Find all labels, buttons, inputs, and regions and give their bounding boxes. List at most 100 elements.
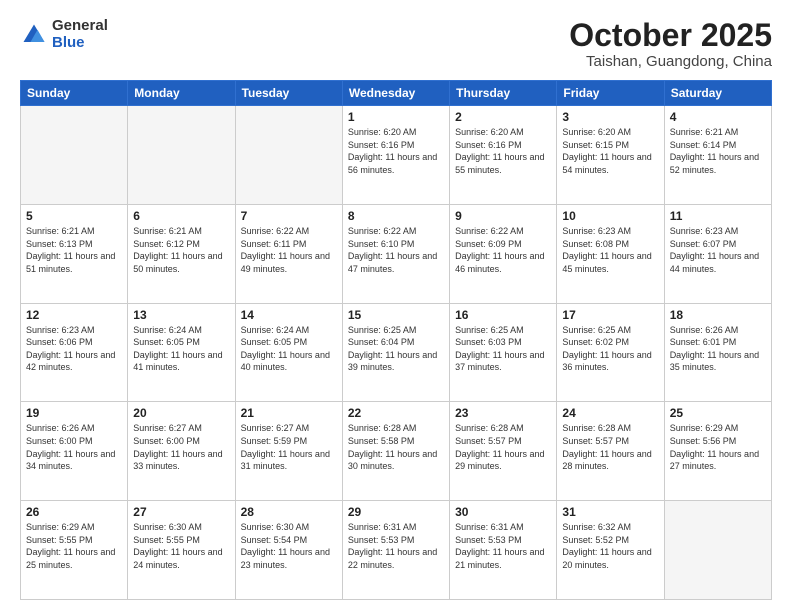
calendar-cell: 23 Sunrise: 6:28 AMSunset: 5:57 PMDayligh… [450, 402, 557, 501]
calendar-cell: 24 Sunrise: 6:28 AMSunset: 5:57 PMDayligh… [557, 402, 664, 501]
day-info: Sunrise: 6:20 AMSunset: 6:16 PMDaylight:… [348, 126, 444, 176]
day-info: Sunrise: 6:30 AMSunset: 5:54 PMDaylight:… [241, 521, 337, 571]
calendar-cell: 6 Sunrise: 6:21 AMSunset: 6:12 PMDaylight… [128, 204, 235, 303]
day-info: Sunrise: 6:23 AMSunset: 6:06 PMDaylight:… [26, 324, 122, 374]
day-info: Sunrise: 6:29 AMSunset: 5:55 PMDaylight:… [26, 521, 122, 571]
calendar-week-row: 19 Sunrise: 6:26 AMSunset: 6:00 PMDayligh… [21, 402, 772, 501]
calendar-cell: 1 Sunrise: 6:20 AMSunset: 6:16 PMDaylight… [342, 106, 449, 205]
day-number: 10 [562, 209, 658, 223]
weekday-header: Sunday [21, 81, 128, 106]
title-block: October 2025 Taishan, Guangdong, China [569, 18, 772, 70]
day-info: Sunrise: 6:28 AMSunset: 5:58 PMDaylight:… [348, 422, 444, 472]
day-info: Sunrise: 6:27 AMSunset: 6:00 PMDaylight:… [133, 422, 229, 472]
calendar-cell: 14Sunrise: 6:24 AMSunset: 6:05 PMDayligh… [235, 303, 342, 402]
calendar-cell [664, 501, 771, 600]
day-number: 12 [26, 308, 122, 322]
day-number: 6 [133, 209, 229, 223]
day-number: 9 [455, 209, 551, 223]
day-info: Sunrise: 6:23 AMSunset: 6:07 PMDaylight:… [670, 225, 766, 275]
day-info: Sunrise: 6:20 AMSunset: 6:16 PMDaylight:… [455, 126, 551, 176]
day-number: 26 [26, 505, 122, 519]
day-number: 5 [26, 209, 122, 223]
calendar-week-row: 12 Sunrise: 6:23 AMSunset: 6:06 PMDayligh… [21, 303, 772, 402]
day-number: 19 [26, 406, 122, 420]
day-number: 31 [562, 505, 658, 519]
calendar-cell: 25 Sunrise: 6:29 AMSunset: 5:56 PMDayligh… [664, 402, 771, 501]
day-info: Sunrise: 6:25 AMSunset: 6:03 PMDaylight:… [455, 324, 551, 374]
calendar-cell [235, 106, 342, 205]
header: General Blue October 2025 Taishan, Guang… [20, 18, 772, 70]
day-number: 23 [455, 406, 551, 420]
day-number: 21 [241, 406, 337, 420]
weekday-header: Friday [557, 81, 664, 106]
day-info: Sunrise: 6:20 AMSunset: 6:15 PMDaylight:… [562, 126, 658, 176]
weekday-header: Monday [128, 81, 235, 106]
calendar-cell: 11 Sunrise: 6:23 AMSunset: 6:07 PMDayligh… [664, 204, 771, 303]
day-info: Sunrise: 6:29 AMSunset: 5:56 PMDaylight:… [670, 422, 766, 472]
calendar-cell: 19 Sunrise: 6:26 AMSunset: 6:00 PMDayligh… [21, 402, 128, 501]
day-info: Sunrise: 6:27 AMSunset: 5:59 PMDaylight:… [241, 422, 337, 472]
calendar-cell: 8Sunrise: 6:22 AMSunset: 6:10 PMDaylight… [342, 204, 449, 303]
month-title: October 2025 [569, 18, 772, 53]
calendar-cell: 12 Sunrise: 6:23 AMSunset: 6:06 PMDayligh… [21, 303, 128, 402]
calendar-cell: 20Sunrise: 6:27 AMSunset: 6:00 PMDayligh… [128, 402, 235, 501]
day-info: Sunrise: 6:28 AMSunset: 5:57 PMDaylight:… [562, 422, 658, 472]
calendar-cell: 21 Sunrise: 6:27 AMSunset: 5:59 PMDayligh… [235, 402, 342, 501]
weekday-header: Wednesday [342, 81, 449, 106]
calendar-cell: 7 Sunrise: 6:22 AMSunset: 6:11 PMDaylight… [235, 204, 342, 303]
day-number: 13 [133, 308, 229, 322]
day-info: Sunrise: 6:26 AMSunset: 6:00 PMDaylight:… [26, 422, 122, 472]
day-number: 16 [455, 308, 551, 322]
day-number: 7 [241, 209, 337, 223]
logo-blue: Blue [52, 35, 108, 52]
day-info: Sunrise: 6:31 AMSunset: 5:53 PMDaylight:… [348, 521, 444, 571]
logo-icon [20, 21, 48, 49]
day-number: 11 [670, 209, 766, 223]
location: Taishan, Guangdong, China [569, 53, 772, 70]
weekday-header: Saturday [664, 81, 771, 106]
day-info: Sunrise: 6:26 AMSunset: 6:01 PMDaylight:… [670, 324, 766, 374]
weekday-header: Tuesday [235, 81, 342, 106]
day-info: Sunrise: 6:32 AMSunset: 5:52 PMDaylight:… [562, 521, 658, 571]
day-info: Sunrise: 6:21 AMSunset: 6:12 PMDaylight:… [133, 225, 229, 275]
weekday-header-row: SundayMondayTuesdayWednesdayThursdayFrid… [21, 81, 772, 106]
day-number: 17 [562, 308, 658, 322]
day-info: Sunrise: 6:22 AMSunset: 6:11 PMDaylight:… [241, 225, 337, 275]
day-number: 15 [348, 308, 444, 322]
calendar-cell: 28 Sunrise: 6:30 AMSunset: 5:54 PMDayligh… [235, 501, 342, 600]
calendar-cell: 17 Sunrise: 6:25 AMSunset: 6:02 PMDayligh… [557, 303, 664, 402]
day-number: 28 [241, 505, 337, 519]
calendar-cell: 9 Sunrise: 6:22 AMSunset: 6:09 PMDaylight… [450, 204, 557, 303]
calendar-cell: 2 Sunrise: 6:20 AMSunset: 6:16 PMDaylight… [450, 106, 557, 205]
day-info: Sunrise: 6:21 AMSunset: 6:13 PMDaylight:… [26, 225, 122, 275]
day-number: 2 [455, 110, 551, 124]
day-info: Sunrise: 6:30 AMSunset: 5:55 PMDaylight:… [133, 521, 229, 571]
calendar-table: SundayMondayTuesdayWednesdayThursdayFrid… [20, 80, 772, 600]
calendar-cell: 15 Sunrise: 6:25 AMSunset: 6:04 PMDayligh… [342, 303, 449, 402]
calendar-cell [128, 106, 235, 205]
calendar-cell: 13Sunrise: 6:24 AMSunset: 6:05 PMDayligh… [128, 303, 235, 402]
day-number: 30 [455, 505, 551, 519]
day-number: 24 [562, 406, 658, 420]
day-number: 3 [562, 110, 658, 124]
day-info: Sunrise: 6:28 AMSunset: 5:57 PMDaylight:… [455, 422, 551, 472]
day-number: 1 [348, 110, 444, 124]
calendar-week-row: 1 Sunrise: 6:20 AMSunset: 6:16 PMDaylight… [21, 106, 772, 205]
calendar-cell: 26 Sunrise: 6:29 AMSunset: 5:55 PMDayligh… [21, 501, 128, 600]
day-info: Sunrise: 6:24 AMSunset: 6:05 PMDaylight:… [241, 324, 337, 374]
calendar-cell: 30Sunrise: 6:31 AMSunset: 5:53 PMDayligh… [450, 501, 557, 600]
calendar-week-row: 5 Sunrise: 6:21 AMSunset: 6:13 PMDaylight… [21, 204, 772, 303]
calendar-week-row: 26 Sunrise: 6:29 AMSunset: 5:55 PMDayligh… [21, 501, 772, 600]
calendar-cell: 22Sunrise: 6:28 AMSunset: 5:58 PMDayligh… [342, 402, 449, 501]
day-info: Sunrise: 6:25 AMSunset: 6:04 PMDaylight:… [348, 324, 444, 374]
day-info: Sunrise: 6:22 AMSunset: 6:09 PMDaylight:… [455, 225, 551, 275]
logo-general: General [52, 18, 108, 35]
page: General Blue October 2025 Taishan, Guang… [0, 0, 792, 612]
day-info: Sunrise: 6:25 AMSunset: 6:02 PMDaylight:… [562, 324, 658, 374]
day-number: 29 [348, 505, 444, 519]
calendar-cell: 27Sunrise: 6:30 AMSunset: 5:55 PMDayligh… [128, 501, 235, 600]
calendar-cell: 10Sunrise: 6:23 AMSunset: 6:08 PMDayligh… [557, 204, 664, 303]
calendar-cell: 16 Sunrise: 6:25 AMSunset: 6:03 PMDayligh… [450, 303, 557, 402]
calendar-cell: 5 Sunrise: 6:21 AMSunset: 6:13 PMDaylight… [21, 204, 128, 303]
day-number: 25 [670, 406, 766, 420]
